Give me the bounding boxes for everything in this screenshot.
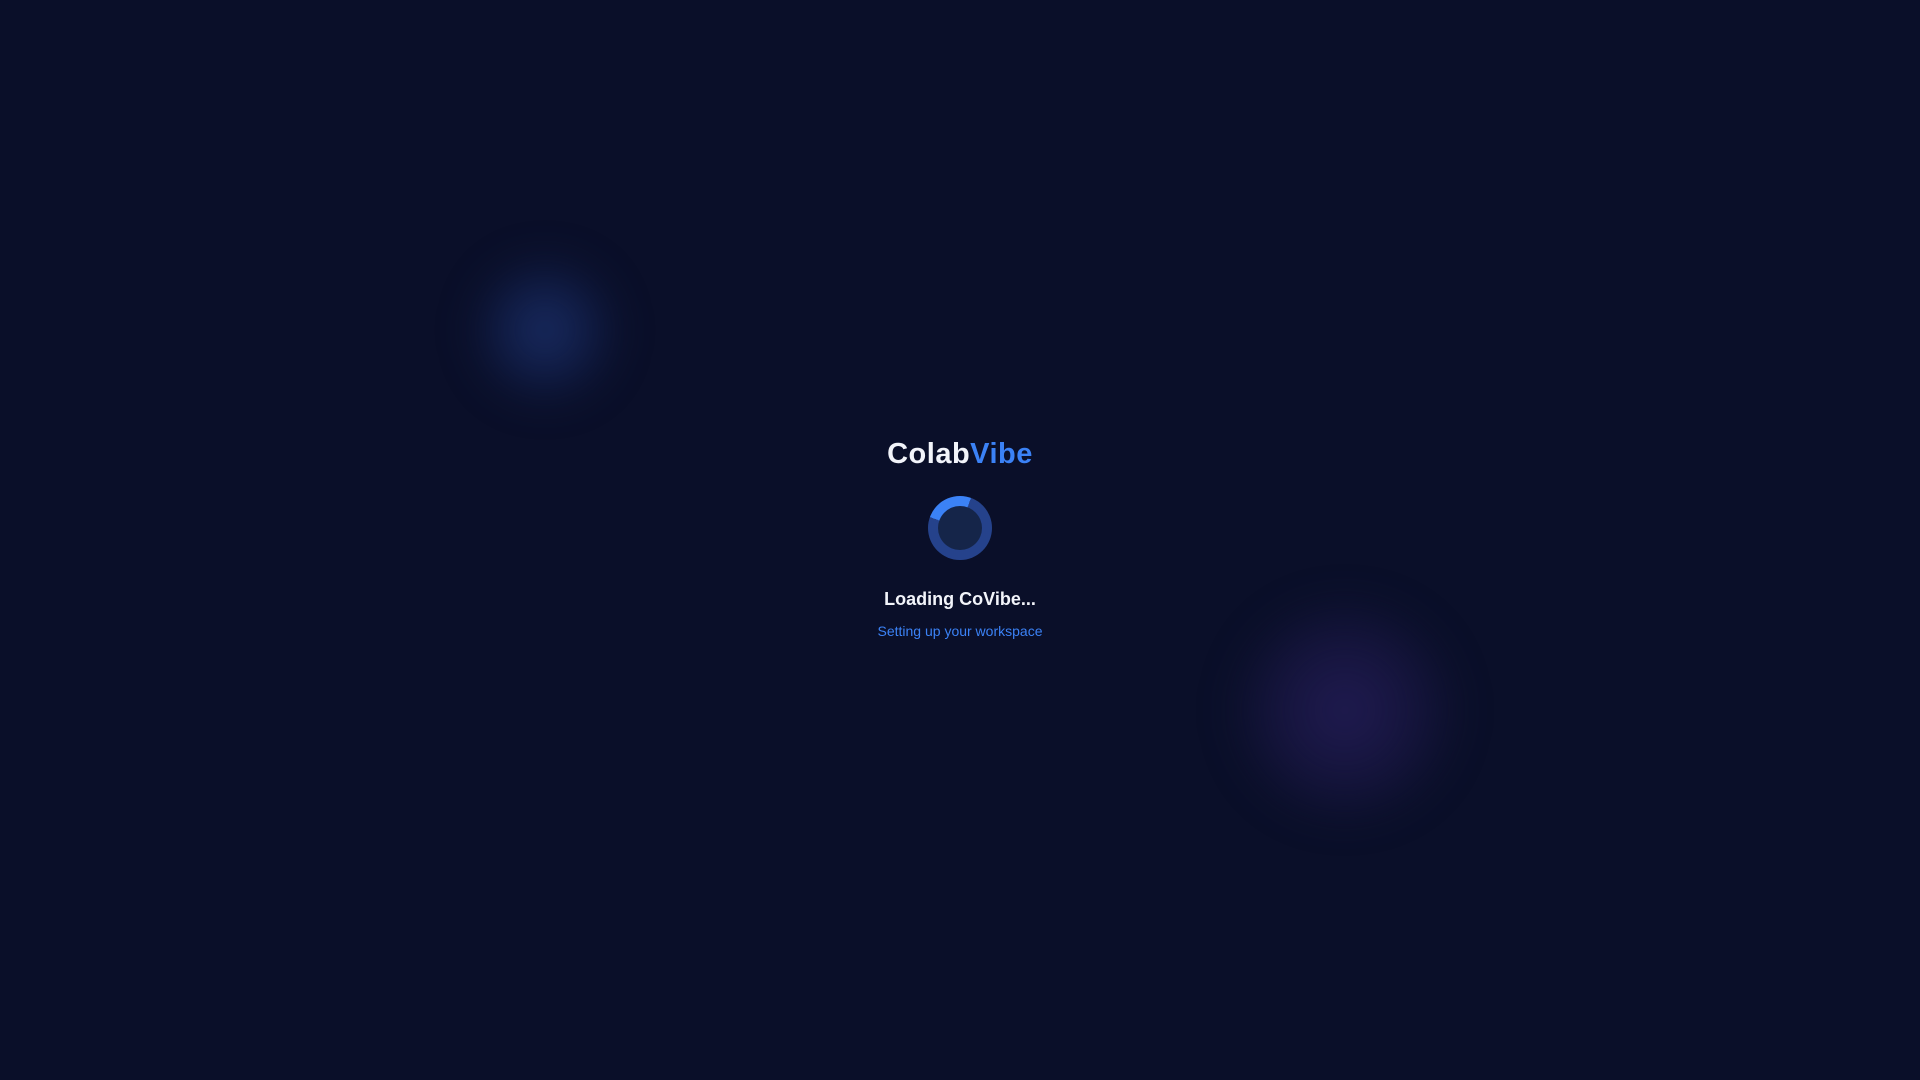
app-logo: ColabVibe <box>0 430 1920 478</box>
loading-panel: ColabVibe Loading CoVibe... Setting up y… <box>0 0 1920 1080</box>
loading-spinner-icon <box>928 496 992 560</box>
loading-title: Loading CoVibe... <box>884 589 1036 609</box>
spinner-core <box>938 506 982 550</box>
logo-text-colab: Colab <box>887 438 971 470</box>
loading-screen: ColabVibe Loading CoVibe... Setting up y… <box>0 0 1920 1080</box>
logo-text-vibe: Vibe <box>970 438 1033 470</box>
loading-subtitle: Setting up your workspace <box>877 623 1043 639</box>
